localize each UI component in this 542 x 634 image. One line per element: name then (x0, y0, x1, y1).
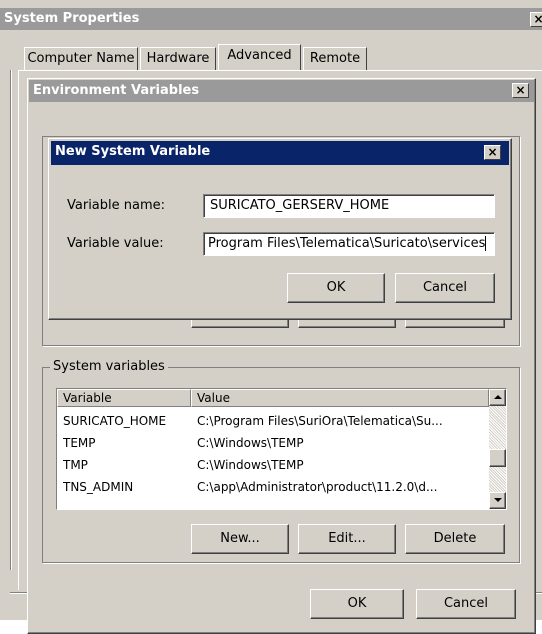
tab-label: Hardware (146, 51, 210, 66)
system-variables-label: System variables (50, 359, 168, 374)
scroll-down-button[interactable] (489, 492, 506, 509)
system-variables-list[interactable]: Variable Value SURICATO_HOME C:\Program … (56, 388, 507, 510)
system-properties-title: System Properties (4, 11, 140, 26)
button-label: Cancel (443, 596, 489, 611)
new-system-variable-title: New System Variable (55, 144, 211, 159)
tab-label: Remote (309, 51, 361, 66)
table-row[interactable]: SURICATO_HOME C:\Program Files\SuriOra\T… (57, 411, 489, 432)
new-variable-ok-button[interactable]: OK (287, 273, 385, 303)
variable-value-label: Variable value: (67, 236, 164, 251)
close-icon: × (515, 83, 526, 97)
column-header-value[interactable]: Value (191, 389, 489, 407)
tab-computer-name[interactable]: Computer Name (24, 47, 138, 70)
value-cell: C:\app\Administrator\product\11.2.0\d... (197, 480, 438, 494)
vertical-scrollbar[interactable] (489, 389, 506, 509)
arrow-up-icon (494, 395, 502, 399)
value-cell: C:\Windows\TEMP (197, 458, 304, 472)
environment-variables-title: Environment Variables (33, 83, 200, 98)
column-label: Variable (63, 391, 112, 405)
column-label: Value (197, 391, 230, 405)
button-label: Cancel (422, 280, 468, 295)
environment-variables-titlebar: Environment Variables (29, 80, 534, 102)
close-icon: × (533, 12, 542, 26)
new-system-variable-titlebar: New System Variable (51, 141, 509, 165)
delete-button[interactable]: Delete (405, 524, 505, 554)
tab-hardware[interactable]: Hardware (140, 47, 216, 70)
button-label: Delete (433, 531, 477, 546)
cancel-button[interactable]: Cancel (416, 589, 516, 619)
button-label: OK (347, 596, 367, 611)
tab-panel-left-edge (10, 70, 12, 570)
new-system-variable-close-button[interactable]: × (484, 145, 501, 160)
ok-button[interactable]: OK (310, 589, 404, 619)
new-variable-cancel-button[interactable]: Cancel (395, 273, 495, 303)
variable-cell: TNS_ADMIN (63, 480, 134, 494)
new-button[interactable]: New... (191, 524, 289, 554)
edit-button[interactable]: Edit... (298, 524, 396, 554)
variable-cell: TMP (63, 458, 88, 472)
text-caret (485, 236, 487, 251)
input-text: Program Files\Telematica\Suricato\servic… (208, 236, 486, 251)
value-cell: C:\Windows\TEMP (197, 436, 304, 450)
table-row[interactable]: TEMP C:\Windows\TEMP (57, 433, 489, 454)
tab-label: Advanced (227, 48, 292, 63)
variable-value-input[interactable]: Program Files\Telematica\Suricato\servic… (203, 232, 495, 256)
button-label: New... (220, 531, 260, 546)
variable-name-label: Variable name: (67, 198, 166, 213)
tab-remote[interactable]: Remote (303, 47, 367, 70)
variable-cell: SURICATO_HOME (63, 414, 167, 428)
value-cell: C:\Program Files\SuriOra\Telematica\Su..… (197, 414, 443, 428)
input-text: SURICATO_GERSERV_HOME (210, 198, 390, 213)
system-properties-close-button[interactable]: × (530, 12, 542, 27)
column-header-variable[interactable]: Variable (57, 389, 191, 407)
scroll-thumb[interactable] (489, 449, 506, 467)
button-label: OK (326, 280, 346, 295)
system-properties-titlebar: System Properties (0, 8, 542, 30)
new-system-variable-dialog: New System Variable × Variable name: SUR… (48, 138, 512, 320)
environment-variables-close-button[interactable]: × (512, 83, 529, 98)
table-row[interactable]: TNS_ADMIN C:\app\Administrator\product\1… (57, 477, 489, 498)
variable-cell: TEMP (63, 436, 96, 450)
tab-advanced[interactable]: Advanced (218, 44, 301, 71)
scroll-up-button[interactable] (489, 389, 506, 406)
table-row[interactable]: TMP C:\Windows\TEMP (57, 455, 489, 476)
tab-label: Computer Name (27, 51, 135, 66)
close-icon: × (487, 145, 498, 159)
variable-name-input[interactable]: SURICATO_GERSERV_HOME (203, 194, 495, 218)
button-label: Edit... (328, 531, 366, 546)
arrow-down-icon (494, 498, 502, 502)
